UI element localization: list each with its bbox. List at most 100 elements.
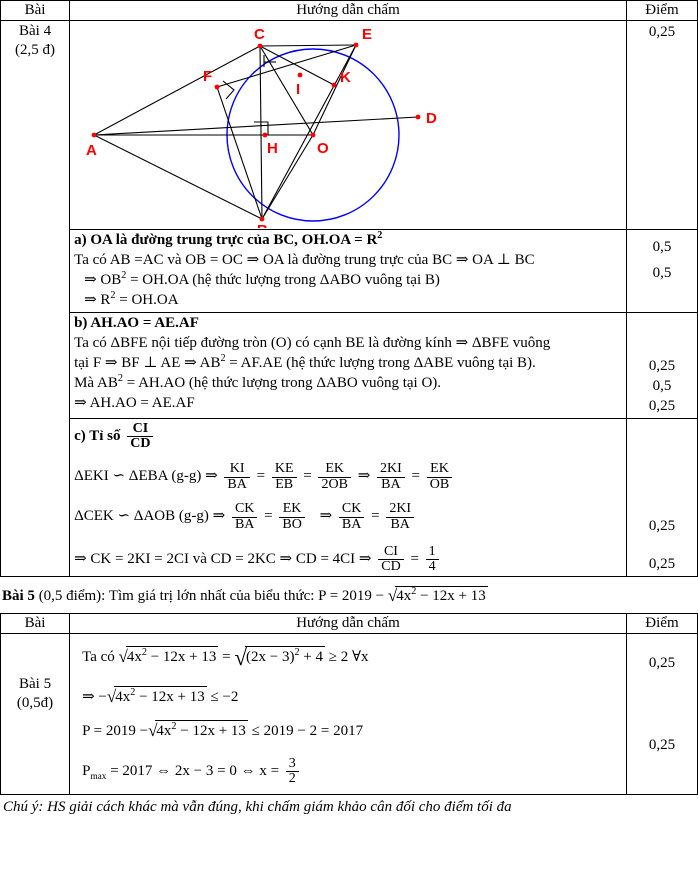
- part-a-point-1: 0,5: [652, 239, 672, 255]
- point-B: [259, 216, 265, 222]
- right-angle-marks: [222, 55, 277, 135]
- geometry-svg: A B C D E F H I K O: [86, 26, 437, 228]
- part-c-similarity-1: ΔEKI ∽ ΔEBA (g-g) ⇒ KI BA = KE EB = EK 2OB …: [74, 461, 622, 492]
- frac-three-halves: 32: [285, 756, 299, 787]
- part-c-similarity-2: ΔCEK ∽ ΔAOB (g-g) ⇒ CK BA = EK BO ⇒ CK BA =…: [74, 502, 622, 532]
- answer-key-page: Bài Hướng dẫn chấm Điểm Bài 4 (2,5 đ) A …: [0, 0, 698, 869]
- part-a-points-cell: 0,5 0,5: [625, 229, 698, 313]
- bai5-score: (0,5đ): [16, 694, 54, 711]
- frac-ke-eb: KE EB: [271, 461, 297, 492]
- point-I: [297, 72, 303, 78]
- table-header-row: Bài Hướng dẫn chấm Điểm: [0, 0, 698, 21]
- point-H: [262, 132, 268, 138]
- header-huong-dan-cham: Hướng dẫn chấm: [69, 0, 627, 21]
- part-a-point-2: 0,5: [652, 265, 672, 282]
- label-O: O: [317, 140, 329, 157]
- table-bottom-header-row: Bài Hướng dẫn chấm Điểm: [0, 613, 698, 634]
- bai5-solution-content: Ta có √4x2 − 12x + 13 = √(2x − 3)2 + 4 ≥…: [69, 632, 627, 796]
- frac-ek-ob: EK OB: [426, 461, 453, 492]
- frac-ki-ba: KI BA: [224, 461, 250, 492]
- figure-points-cell: 0,25: [625, 20, 698, 230]
- part-c-points-cell: 0,25 0,25: [625, 417, 698, 577]
- point-K: [331, 82, 337, 88]
- header-diem: Điểm: [625, 0, 698, 21]
- part-b-point-1: 0,25: [648, 357, 676, 374]
- problem-5-statement: Bài 5 (0,5 điểm): Tìm giá trị lớn nhất c…: [0, 577, 698, 613]
- bai5-points-cell: 0,25 0,25: [625, 632, 698, 796]
- bai-number: Bài 4: [19, 23, 52, 39]
- part-b-line2: tại F ⇒ BF ⊥ AE ⇒ AB2 = AF.AE (hệ thức l…: [74, 352, 536, 371]
- geometry-figure: A B C D E F H I K O: [74, 22, 622, 228]
- part-b-line4: ⇒ AH.AO = AE.AF: [74, 394, 195, 411]
- bai-label-cell: Bài 4 (2,5 đ): [0, 20, 71, 577]
- bai5-line-4: Pmax = 2017 ⇔ 2x − 3 = 0 ⇔ x = 32: [74, 743, 622, 793]
- bai5-line-3: P = 2019 −√4x2 − 12x + 13 ≤ 2019 − 2 = 2…: [74, 708, 622, 743]
- grading-table-bai5: Bài Hướng dẫn chấm Điểm Bài 5 (0,5đ) Ta …: [0, 613, 698, 796]
- part-b-point-3: 0,25: [648, 398, 676, 415]
- bai5-label-cell: Bài 5 (0,5đ): [0, 632, 71, 796]
- point-F: [214, 84, 220, 90]
- frac-ck-ba-1: CK BA: [231, 502, 258, 532]
- ratio-ci-cd-fraction: CI CD: [127, 421, 154, 452]
- frac-ek-bo: EK BO: [279, 502, 305, 532]
- part-b-title: b) AH.AO = AE.AF: [74, 314, 199, 331]
- figure-row: Bài 4 (2,5 đ) A C D E F H I K O 0,25: [0, 20, 698, 577]
- part-a-content: a) OA là đường trung trực của BC, OH.OA …: [69, 229, 627, 313]
- problem-5-radical: √4x2 − 12x + 13: [387, 586, 488, 605]
- label-C: C: [254, 26, 265, 43]
- part-a-line1: Ta có AB =AC và OB = OC ⇒ OA là đường tr…: [74, 251, 535, 268]
- bai5-line-2: ⇒ −√4x2 − 12x + 13 ≤ −2: [74, 674, 622, 709]
- frac-2ki-ba: 2KI BA: [377, 461, 405, 492]
- frac-ek-2ob: EK 2OB: [318, 461, 351, 492]
- part-c-conclusion: ⇒ CK = 2KI = 2CI và CD = 2KC ⇒ CD = 4CI …: [74, 544, 622, 575]
- header-bai-bottom: Bài: [0, 613, 71, 634]
- bai-score: (2,5 đ): [15, 41, 56, 58]
- geometry-figure-cell: A B C D E F H I K O: [69, 20, 627, 230]
- label-H: H: [267, 140, 278, 157]
- radical-1: √4x2 − 12x + 13: [118, 646, 219, 666]
- part-c-row: c) Tỉ số CI CD ΔEKI ∽ ΔEBA (g-g) ⇒ KI BA …: [1, 417, 698, 577]
- label-A: A: [86, 142, 97, 159]
- bai5-line-1: Ta có √4x2 − 12x + 13 = √(2x − 3)2 + 4 ≥…: [74, 635, 622, 674]
- part-b-points-cell: 0,25 0,5 0,25: [625, 311, 698, 419]
- label-F: F: [203, 68, 212, 85]
- header-bai: Bài: [0, 0, 71, 21]
- point-C: [257, 43, 263, 49]
- footer-note: Chú ý: HS giải cách khác mà vẫn đúng, kh…: [3, 799, 512, 816]
- header-diem-bottom: Điểm: [625, 613, 698, 634]
- part-b-line1: Ta có ΔBFE nội tiếp đường tròn (O) có cạ…: [74, 334, 551, 351]
- part-b-line3: Mà AB2 = AH.AO (hệ thức lượng trong ΔABO…: [74, 372, 442, 391]
- point-A: [91, 132, 97, 138]
- part-a-line2: ⇒ OB2 = OH.OA (hệ thức lượng trong ΔABO …: [84, 269, 440, 288]
- label-B: B: [257, 222, 268, 228]
- point-E: [353, 42, 359, 48]
- problem-5-text: (0,5 điểm): Tìm giá trị lớn nhất của biể…: [34, 588, 385, 604]
- bai5-solution-row: Bài 5 (0,5đ) Ta có √4x2 − 12x + 13 = √(2…: [0, 632, 698, 796]
- point-O: [310, 132, 316, 138]
- part-c-content: c) Tỉ số CI CD ΔEKI ∽ ΔEBA (g-g) ⇒ KI BA …: [69, 417, 627, 577]
- frac-ck-ba-2: CK BA: [338, 502, 365, 532]
- label-I: I: [296, 81, 300, 98]
- problem-5-label: Bài 5: [2, 588, 35, 604]
- part-c-title: c) Tỉ số CI CD: [74, 420, 622, 452]
- bai5-point-2: 0,25: [648, 737, 676, 754]
- part-b-content: b) AH.AO = AE.AF Ta có ΔBFE nội tiếp đườ…: [69, 311, 627, 419]
- radical-2: √(2x − 3)2 + 4: [234, 645, 325, 670]
- grading-table-bai4: Bài Hướng dẫn chấm Điểm Bài 4 (2,5 đ) A …: [0, 0, 698, 577]
- frac-one-quarter: 14: [425, 544, 439, 575]
- label-D: D: [426, 110, 437, 127]
- part-c-point-2: 0,25: [648, 555, 676, 572]
- part-a-title: a) OA là đường trung trực của BC, OH.OA …: [74, 230, 383, 248]
- part-a-line3: ⇒ R2 = OH.OA: [84, 289, 179, 308]
- radical-3: √4x2 − 12x + 13: [106, 685, 207, 706]
- frac-2ki-ba-2: 2KI BA: [386, 502, 415, 532]
- part-b-row: b) AH.AO = AE.AF Ta có ΔBFE nội tiếp đườ…: [1, 311, 698, 419]
- label-K: K: [340, 69, 351, 86]
- part-c-point-1: 0,25: [648, 517, 676, 534]
- label-E: E: [362, 26, 372, 43]
- part-b-point-2: 0,5: [652, 378, 672, 394]
- point-D: [415, 114, 421, 120]
- bai5-number: Bài 5: [19, 676, 52, 692]
- header-huong-dan-cham-bottom: Hướng dẫn chấm: [69, 613, 627, 634]
- frac-ci-cd-result: CI CD: [378, 544, 404, 575]
